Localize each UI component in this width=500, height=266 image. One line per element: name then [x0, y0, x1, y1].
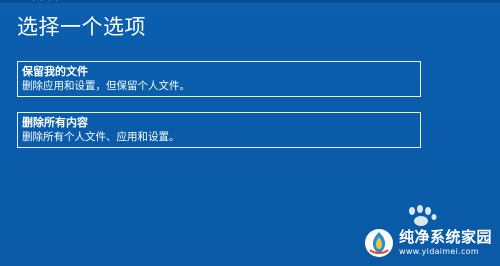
option-description: 删除所有个人文件、应用和设置。: [22, 131, 180, 143]
watermark: 纯净系统家园 www.yidaimei.com: [364, 226, 494, 262]
keep-my-files-option[interactable]: 保留我的文件 删除应用和设置，但保留个人文件。: [17, 61, 421, 97]
option-title: 保留我的文件: [22, 65, 88, 78]
watermark-url: www.yidaimei.com: [399, 247, 479, 256]
top-strip: [0, 0, 500, 3]
option-title: 删除所有内容: [22, 116, 88, 129]
paw-icon: [409, 205, 437, 226]
reset-dialog: · · · · 选择一个选项 保留我的文件 删除应用和设置，但保留个人文件。 删…: [0, 0, 500, 266]
page-title: 选择一个选项: [17, 15, 146, 39]
option-description: 删除应用和设置，但保留个人文件。: [22, 80, 190, 92]
remove-everything-option[interactable]: 删除所有内容 删除所有个人文件、应用和设置。: [17, 112, 421, 148]
watermark-name: 纯净系统家园: [399, 228, 493, 246]
top-cutoff-text: · · · ·: [32, 0, 60, 6]
watermark-logo-icon: [365, 229, 393, 257]
